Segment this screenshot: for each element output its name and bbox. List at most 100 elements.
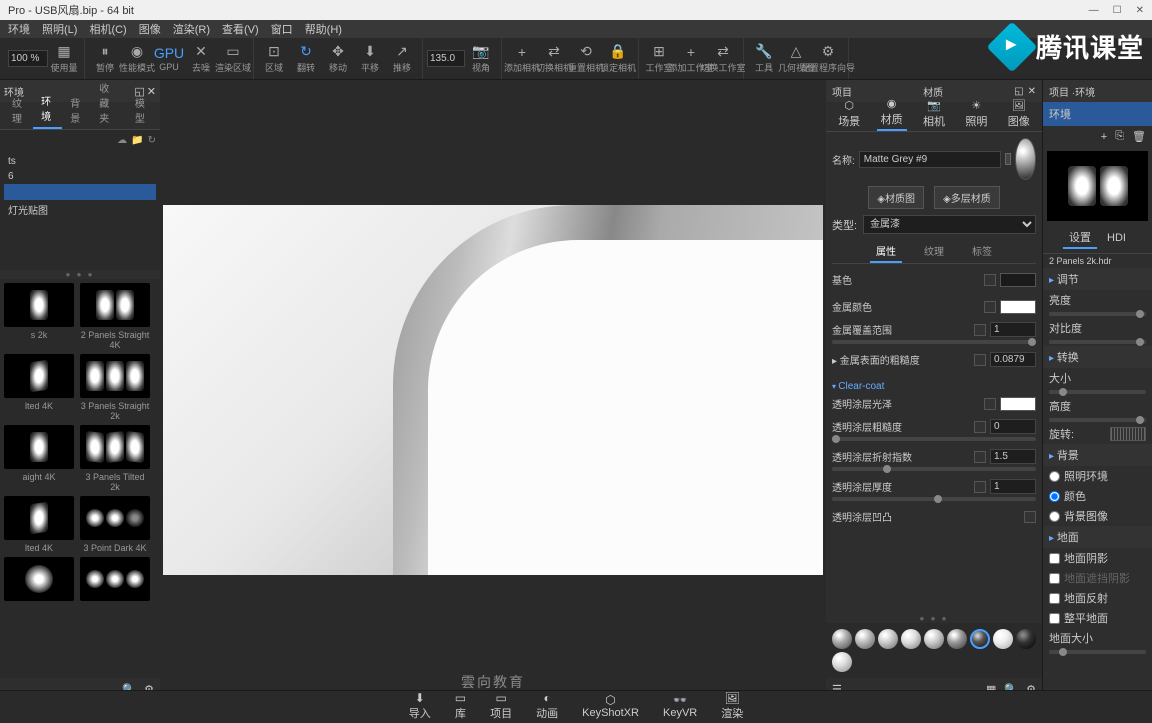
tree-item[interactable]: 6 (4, 169, 156, 184)
bg-image-radio[interactable] (1049, 511, 1060, 522)
hdr-preview[interactable] (1047, 151, 1148, 221)
area-button[interactable]: ⊡区域 (258, 39, 290, 79)
transform-header[interactable]: ▸ 转换 (1043, 346, 1152, 368)
slider[interactable] (832, 437, 1036, 441)
rotation-dial[interactable] (1110, 427, 1146, 441)
ground-header[interactable]: ▸ 地面 (1043, 526, 1152, 548)
env-thumbnail[interactable] (4, 557, 74, 601)
tab-backgrounds[interactable]: 背景 (62, 91, 91, 129)
tab-favorites[interactable]: 收藏夹 (91, 76, 127, 129)
minimize-icon[interactable]: — (1089, 5, 1099, 16)
resize-handle[interactable]: ● ● ● (0, 270, 160, 279)
texture-picker[interactable] (984, 398, 996, 410)
texture-picker[interactable] (974, 421, 986, 433)
preset-material[interactable] (993, 629, 1013, 649)
zoom-input[interactable] (8, 50, 48, 67)
value-input[interactable] (990, 322, 1036, 337)
tools-button[interactable]: 🔧工具 (748, 39, 780, 79)
bg-lighting-radio[interactable] (1049, 471, 1060, 482)
tab-import[interactable]: ⬇导入 (399, 689, 441, 723)
tab-project[interactable]: ▭项目 (480, 689, 522, 723)
value-input[interactable] (990, 449, 1036, 464)
color-swatch[interactable] (1000, 397, 1036, 411)
maximize-icon[interactable]: ☐ (1113, 5, 1122, 16)
menu-item[interactable]: 照明(L) (42, 21, 77, 37)
background-header[interactable]: ▸ 背景 (1043, 444, 1152, 466)
value-input[interactable] (990, 479, 1036, 494)
close-icon[interactable]: ✕ (1028, 86, 1036, 97)
settings-tab[interactable]: 设置 (1063, 227, 1097, 249)
undock-icon[interactable]: ◱ (1014, 86, 1023, 97)
env-thumbnail[interactable]: lted 4K (4, 496, 74, 553)
color-swatch[interactable] (1000, 300, 1036, 314)
material-name-input[interactable] (859, 151, 1001, 168)
dolly-button[interactable]: ↗推移 (386, 39, 418, 79)
save-icon[interactable] (1005, 153, 1012, 165)
slider[interactable] (832, 340, 1036, 344)
reset-camera-button[interactable]: ⟲重置相机 (570, 39, 602, 79)
slider[interactable] (832, 497, 1036, 501)
perspective-button[interactable]: 📷视角 (465, 39, 497, 79)
gpu-button[interactable]: GPUGPU (153, 39, 185, 79)
tab-animation[interactable]: ◐动画 (526, 689, 568, 723)
texture-picker[interactable] (974, 324, 986, 336)
tab-library[interactable]: ▭库 (445, 689, 476, 723)
clearcoat-header[interactable]: Clear-coat (832, 381, 1036, 392)
tab-lighting[interactable]: ☀照明 (961, 97, 991, 131)
bg-color-radio[interactable] (1049, 491, 1060, 502)
tab-properties[interactable]: 属性 (870, 240, 902, 263)
menu-item[interactable]: 渲染(R) (173, 21, 210, 37)
value-input[interactable] (990, 419, 1036, 434)
texture-picker[interactable] (974, 354, 986, 366)
env-thumbnail[interactable] (80, 557, 150, 601)
multilayer-button[interactable]: ◈多层材质 (934, 186, 1000, 209)
wizard-button[interactable]: ⚙配置程序向导 (812, 39, 844, 79)
folder-icon[interactable]: 📁 (131, 135, 143, 146)
preset-material[interactable] (947, 629, 967, 649)
value-input[interactable] (990, 352, 1036, 367)
hdr-tab[interactable]: HDI (1101, 230, 1132, 246)
env-thumbnail[interactable]: 2 Panels Straight 4K (80, 283, 150, 350)
tab-keyshotxr[interactable]: ⬡KeyShotXR (572, 691, 649, 721)
tree-item[interactable] (4, 184, 156, 200)
tree-item[interactable]: 灯光贴图 (4, 200, 156, 219)
tab-material[interactable]: ◉材质 (877, 95, 907, 131)
flip-button[interactable]: ↻翻转 (290, 39, 322, 79)
close-icon[interactable]: ✕ (1136, 5, 1144, 16)
texture-picker[interactable] (974, 481, 986, 493)
env-thumbnail[interactable]: lted 4K (4, 354, 74, 421)
texture-picker[interactable] (984, 274, 996, 286)
preset-material[interactable] (832, 629, 852, 649)
occlusion-checkbox[interactable] (1049, 573, 1060, 584)
move-button[interactable]: ✥移动 (322, 39, 354, 79)
usage-button[interactable]: ▦使用量 (48, 39, 80, 79)
perf-button[interactable]: ◉性能模式 (121, 39, 153, 79)
material-preview[interactable] (1015, 138, 1036, 180)
menu-item[interactable]: 图像 (139, 21, 161, 37)
material-type-select[interactable]: 金属漆 (863, 215, 1036, 234)
tab-textures[interactable]: 纹理 (4, 91, 33, 129)
height-slider[interactable] (1049, 418, 1146, 422)
menu-item[interactable]: 相机(C) (89, 21, 126, 37)
ground-size-slider[interactable] (1049, 650, 1146, 654)
env-thumbnail[interactable]: s 2k (4, 283, 74, 350)
preset-material[interactable] (878, 629, 898, 649)
preset-material[interactable] (1016, 629, 1036, 649)
region-button[interactable]: ▭渲染区域 (217, 39, 249, 79)
tab-keyvr[interactable]: 👓KeyVR (653, 691, 707, 721)
pan-button[interactable]: ⬇平移 (354, 39, 386, 79)
tab-textures[interactable]: 纹理 (918, 240, 950, 263)
tab-environments[interactable]: 环境 (33, 89, 62, 129)
add-icon[interactable]: + (1101, 131, 1107, 143)
size-slider[interactable] (1049, 390, 1146, 394)
tab-scene[interactable]: ⬡场景 (834, 97, 864, 131)
preset-material[interactable] (924, 629, 944, 649)
tab-models[interactable]: 模型 (127, 91, 156, 129)
preset-material[interactable] (970, 629, 990, 649)
denoise-button[interactable]: ✕去噪 (185, 39, 217, 79)
tree-item[interactable]: ts (4, 154, 156, 169)
tab-camera[interactable]: 📷相机 (919, 97, 949, 131)
pause-button[interactable]: ⏸暂停 (89, 39, 121, 79)
menu-item[interactable]: 帮助(H) (305, 21, 342, 37)
contrast-slider[interactable] (1049, 340, 1146, 344)
